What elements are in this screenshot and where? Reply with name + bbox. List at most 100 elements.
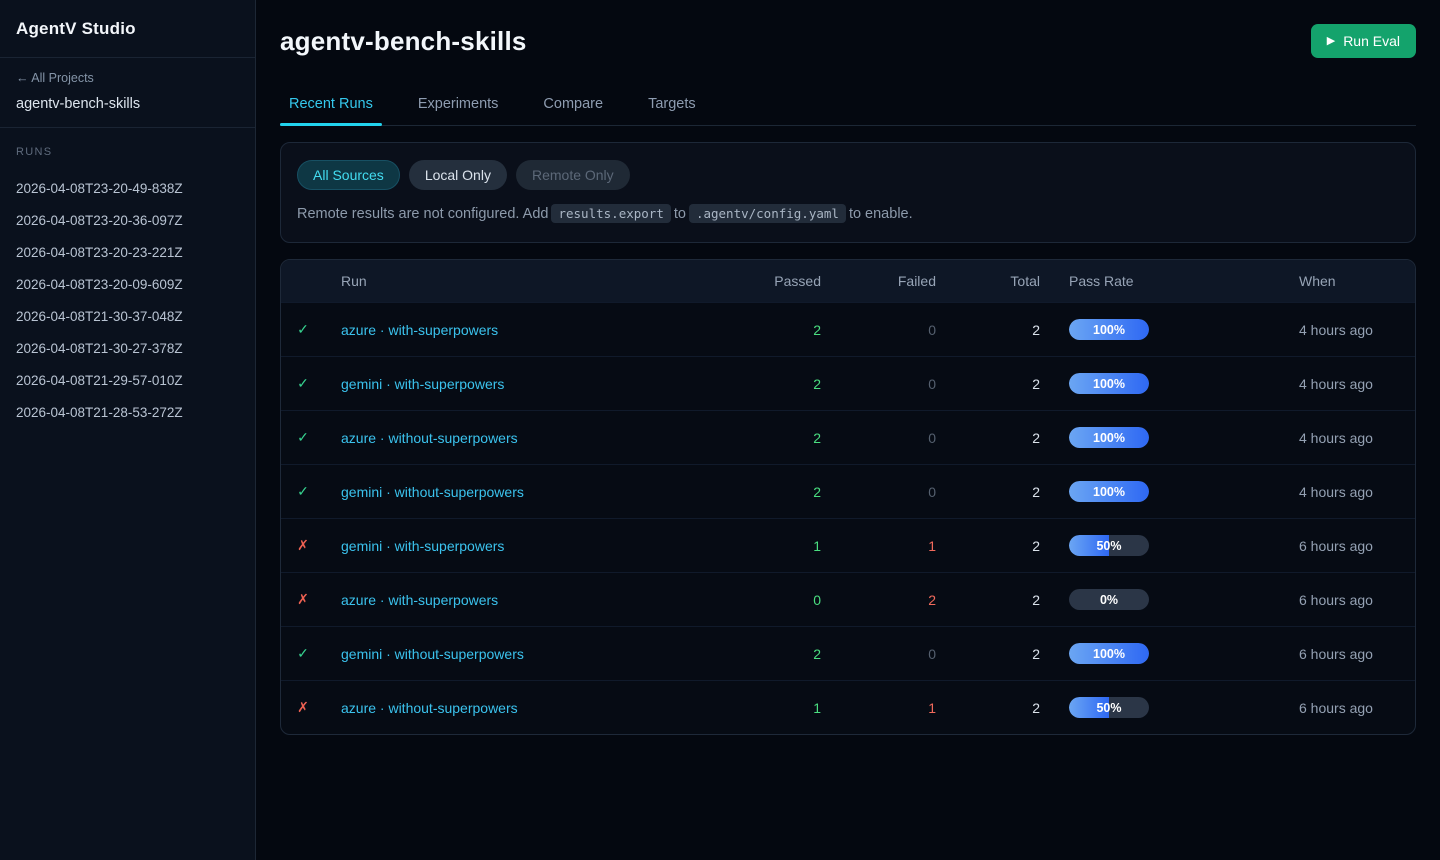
run-eval-label: Run Eval [1343,33,1400,49]
pass-rate-label: 100% [1093,485,1125,499]
note-middle: to [674,206,686,222]
status-icon: ✓ [297,375,309,391]
total-count: 2 [1032,646,1040,662]
failed-count: 0 [928,646,936,662]
note-prefix: Remote results are not configured. Add [297,206,548,222]
col-total: Total [936,260,1040,303]
col-pass-rate: Pass Rate [1040,260,1249,303]
passed-count: 2 [813,646,821,662]
run-link[interactable]: gemini · without-superpowers [341,484,524,500]
table-row[interactable]: ✓ gemini · with-superpowers 2 0 2 100% 4… [281,357,1415,411]
pass-rate-badge: 100% [1069,319,1149,340]
pass-rate-label: 0% [1100,593,1118,607]
page-header: agentv-bench-skills ▶ Run Eval [280,0,1416,58]
table-row[interactable]: ✓ gemini · without-superpowers 2 0 2 100… [281,465,1415,519]
status-icon: ✗ [297,537,309,553]
remote-config-note: Remote results are not configured. Addre… [297,206,1399,222]
sidebar-project-section: ← All Projects agentv-bench-skills [0,58,255,128]
col-status [281,260,325,303]
sidebar-run-item[interactable]: 2026-04-08T21-28-53-272Z [16,396,239,428]
status-icon: ✓ [297,645,309,661]
passed-count: 2 [813,484,821,500]
passed-count: 2 [813,322,821,338]
status-icon: ✓ [297,321,309,337]
sidebar-run-item[interactable]: 2026-04-08T21-30-27-378Z [16,332,239,364]
when-label: 4 hours ago [1299,484,1373,500]
pass-rate-badge: 100% [1069,373,1149,394]
status-icon: ✓ [297,483,309,499]
sidebar-run-item[interactable]: 2026-04-08T23-20-36-097Z [16,204,239,236]
main-content: agentv-bench-skills ▶ Run Eval Recent Ru… [256,0,1440,860]
table-row[interactable]: ✓ gemini · without-superpowers 2 0 2 100… [281,627,1415,681]
runs-table-card: Run Passed Failed Total Pass Rate When ✓… [280,259,1416,735]
when-label: 6 hours ago [1299,700,1373,716]
when-label: 4 hours ago [1299,376,1373,392]
col-passed: Passed [691,260,821,303]
failed-count: 1 [928,538,936,554]
code-results-export: results.export [551,204,670,223]
when-label: 6 hours ago [1299,592,1373,608]
runs-table: Run Passed Failed Total Pass Rate When ✓… [281,260,1415,734]
tab-bar: Recent Runs Experiments Compare Targets [280,86,1416,126]
tab-targets[interactable]: Targets [639,86,705,125]
sidebar-run-item[interactable]: 2026-04-08T23-20-23-221Z [16,236,239,268]
when-label: 4 hours ago [1299,322,1373,338]
pass-rate-badge: 100% [1069,427,1149,448]
run-link[interactable]: azure · with-superpowers [341,592,498,608]
sidebar-run-item[interactable]: 2026-04-08T23-20-49-838Z [16,172,239,204]
sidebar-project-name: agentv-bench-skills [16,96,239,112]
failed-count: 1 [928,700,936,716]
run-link[interactable]: azure · with-superpowers [341,322,498,338]
sidebar-run-item[interactable]: 2026-04-08T23-20-09-609Z [16,268,239,300]
tab-recent-runs[interactable]: Recent Runs [280,86,382,125]
table-row[interactable]: ✓ azure · with-superpowers 2 0 2 100% 4 … [281,303,1415,357]
when-label: 6 hours ago [1299,538,1373,554]
failed-count: 0 [928,322,936,338]
sidebar-run-item[interactable]: 2026-04-08T21-29-57-010Z [16,364,239,396]
pass-rate-label: 50% [1096,701,1121,715]
table-header-row: Run Passed Failed Total Pass Rate When [281,260,1415,303]
pass-rate-badge: 50% [1069,697,1149,718]
failed-count: 0 [928,484,936,500]
play-icon: ▶ [1327,36,1335,47]
pass-rate-label: 100% [1093,323,1125,337]
pass-rate-badge: 0% [1069,589,1149,610]
table-row[interactable]: ✗ azure · without-superpowers 1 1 2 50% … [281,681,1415,735]
passed-count: 0 [813,592,821,608]
run-link[interactable]: gemini · with-superpowers [341,376,504,392]
total-count: 2 [1032,376,1040,392]
run-link[interactable]: azure · without-superpowers [341,700,518,716]
pass-rate-badge: 100% [1069,643,1149,664]
filter-local-only[interactable]: Local Only [409,160,507,190]
table-row[interactable]: ✗ gemini · with-superpowers 1 1 2 50% 6 … [281,519,1415,573]
pass-rate-label: 50% [1096,539,1121,553]
run-link[interactable]: gemini · with-superpowers [341,538,504,554]
sidebar-run-item[interactable]: 2026-04-08T21-30-37-048Z [16,300,239,332]
run-link[interactable]: azure · without-superpowers [341,430,518,446]
total-count: 2 [1032,322,1040,338]
failed-count: 2 [928,592,936,608]
pass-rate-badge: 100% [1069,481,1149,502]
total-count: 2 [1032,430,1040,446]
col-when: When [1249,260,1415,303]
passed-count: 2 [813,376,821,392]
passed-count: 1 [813,538,821,554]
run-eval-button[interactable]: ▶ Run Eval [1311,24,1416,58]
failed-count: 0 [928,376,936,392]
tab-experiments[interactable]: Experiments [409,86,508,125]
table-row[interactable]: ✗ azure · with-superpowers 0 2 2 0% 6 ho… [281,573,1415,627]
status-icon: ✓ [297,429,309,445]
code-config-yaml: .agentv/config.yaml [689,204,846,223]
tab-compare[interactable]: Compare [534,86,612,125]
filter-all-sources[interactable]: All Sources [297,160,400,190]
passed-count: 1 [813,700,821,716]
pass-rate-label: 100% [1093,431,1125,445]
status-icon: ✗ [297,591,309,607]
total-count: 2 [1032,592,1040,608]
failed-count: 0 [928,430,936,446]
total-count: 2 [1032,484,1040,500]
run-link[interactable]: gemini · without-superpowers [341,646,524,662]
table-row[interactable]: ✓ azure · without-superpowers 2 0 2 100%… [281,411,1415,465]
all-projects-link[interactable]: ← All Projects [16,71,239,85]
passed-count: 2 [813,430,821,446]
